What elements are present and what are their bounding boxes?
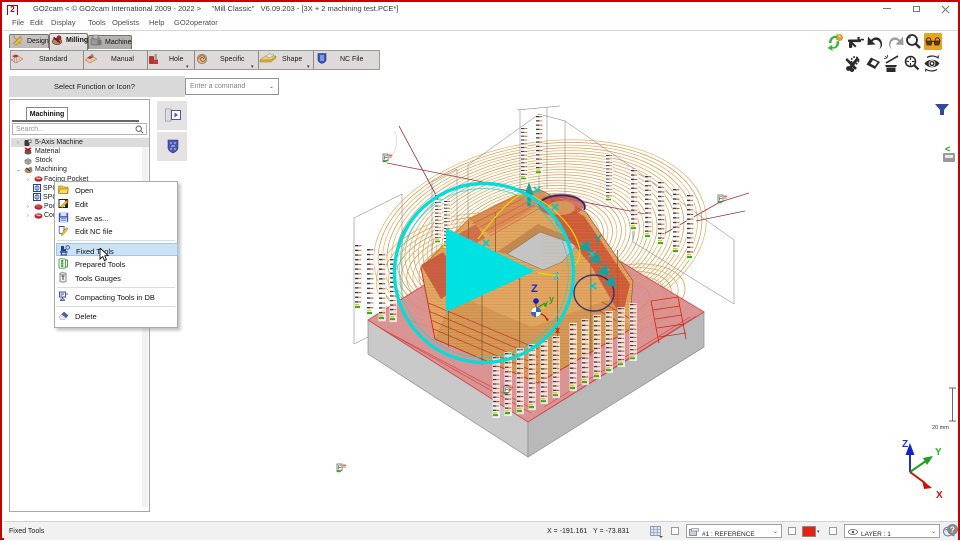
- svg-text:Z: Z: [553, 272, 559, 283]
- svg-text:y: y: [549, 294, 554, 304]
- svg-text:Z: Z: [902, 439, 908, 450]
- svg-text:Y: Y: [594, 232, 602, 246]
- svg-text:<: <: [945, 144, 950, 154]
- svg-text:?: ?: [950, 526, 955, 535]
- svg-text:20 mm: 20 mm: [932, 425, 949, 431]
- svg-text:x: x: [555, 325, 560, 335]
- svg-text:Y: Y: [935, 447, 942, 458]
- svg-text:Z: Z: [531, 283, 538, 295]
- svg-text:X: X: [936, 490, 943, 501]
